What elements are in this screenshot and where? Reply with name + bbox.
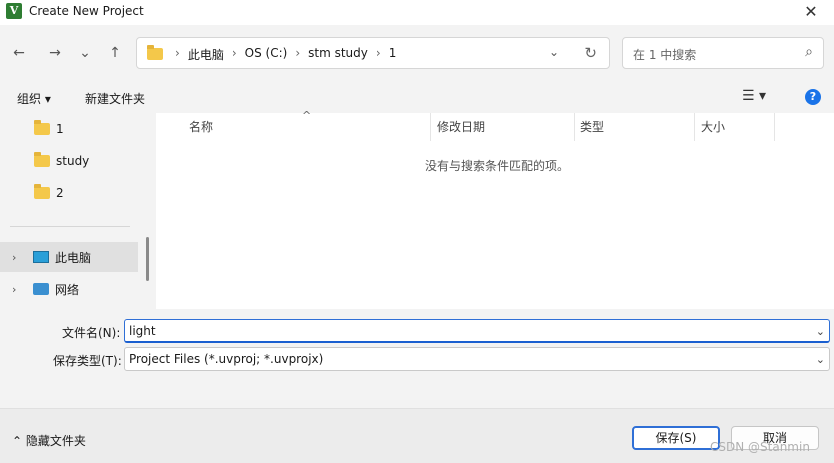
hide-folders-button[interactable]: ⌃ 隐藏文件夹 [12, 432, 86, 449]
watermark: CSDN @Stanmin [710, 440, 810, 454]
sort-ascending-icon: ^ [302, 109, 312, 122]
chevron-right-icon[interactable]: › [12, 283, 16, 296]
folder-icon [34, 120, 50, 135]
breadcrumb: › 此电脑 › OS (C:) › stm study › 1 [171, 46, 400, 63]
column-divider[interactable] [774, 113, 775, 141]
search-placeholder: 在 1 中搜索 [633, 48, 697, 62]
computer-icon [33, 251, 49, 263]
save-button[interactable]: 保存(S) [632, 426, 720, 450]
folder-icon [34, 152, 50, 167]
network-icon [33, 283, 49, 295]
breadcrumb-separator: › [175, 46, 180, 60]
column-divider[interactable] [430, 113, 431, 141]
filename-field[interactable]: light ⌄ [124, 319, 830, 343]
chevron-down-icon[interactable]: ⌄ [816, 349, 825, 371]
divider [10, 226, 130, 227]
address-bar[interactable]: › 此电脑 › OS (C:) › stm study › 1 ⌄ ↻ [136, 37, 610, 69]
breadcrumb-item[interactable]: OS (C:) [241, 46, 292, 63]
column-divider[interactable] [574, 113, 575, 141]
navigation-bar: ← → ⌄ ↑ › 此电脑 › OS (C:) › stm study › 1 … [0, 25, 834, 81]
column-header-size[interactable]: 大小 [701, 113, 771, 141]
command-bar: 组织 ▾ 新建文件夹 ☰ ▾ ? [0, 81, 834, 113]
sidebar-item-study[interactable]: study [0, 146, 138, 176]
title-bar: V Create New Project ✕ [0, 0, 834, 25]
recent-locations-button[interactable]: ⌄ [74, 42, 96, 64]
chevron-right-icon[interactable]: › [12, 251, 16, 264]
chevron-down-icon[interactable]: ⌄ [816, 321, 825, 343]
chevron-down-icon[interactable]: ⌄ [549, 45, 559, 59]
filename-value[interactable]: light [129, 324, 156, 338]
breadcrumb-item[interactable]: 1 [385, 46, 401, 63]
sidebar-item-label: 2 [56, 186, 64, 200]
filetype-value[interactable]: Project Files (*.uvproj; *.uvprojx) [129, 352, 323, 366]
column-header-type[interactable]: 类型 [580, 113, 690, 141]
breadcrumb-separator[interactable]: › [372, 46, 385, 63]
sidebar-item-this-pc[interactable]: › 此电脑 [0, 242, 138, 272]
app-icon: V [6, 3, 22, 19]
search-input[interactable]: 在 1 中搜索 ⌕ [622, 37, 824, 69]
window-title: Create New Project [29, 4, 144, 18]
search-icon[interactable]: ⌕ [805, 44, 813, 60]
close-button[interactable]: ✕ [788, 0, 834, 25]
back-button[interactable]: ← [8, 42, 30, 64]
navigation-pane: 1 study 2 › 此电脑 › 网络 [0, 113, 154, 309]
forward-button[interactable]: → [44, 42, 66, 64]
sidebar-item-label: 此电脑 [55, 250, 92, 265]
breadcrumb-separator[interactable]: › [228, 46, 241, 63]
dialog-footer: ⌃ 隐藏文件夹 保存(S) 取消 [0, 408, 834, 463]
sidebar-item-label: 网络 [55, 282, 80, 297]
refresh-icon[interactable]: ↻ [584, 44, 597, 62]
breadcrumb-item[interactable]: stm study [304, 46, 372, 63]
save-fields: 文件名(N): light ⌄ 保存类型(T): Project Files (… [0, 309, 834, 408]
column-header-modified[interactable]: 修改日期 [437, 113, 567, 141]
sidebar-item-network[interactable]: › 网络 [0, 274, 138, 304]
filename-label: 文件名(N): [62, 326, 121, 340]
new-folder-button[interactable]: 新建文件夹 [85, 90, 145, 107]
sidebar-item-folder-2[interactable]: 2 [0, 178, 138, 208]
folder-icon [147, 45, 163, 60]
sidebar-item-folder-1[interactable]: 1 [0, 114, 138, 144]
column-divider[interactable] [694, 113, 695, 141]
empty-message: 没有与搜索条件匹配的项。 [425, 159, 570, 173]
filetype-select[interactable]: Project Files (*.uvproj; *.uvprojx) ⌄ [124, 347, 830, 371]
up-button[interactable]: ↑ [104, 42, 126, 64]
folder-icon [34, 184, 50, 199]
breadcrumb-item[interactable]: 此电脑 [184, 46, 228, 63]
sidebar-item-label: study [56, 154, 90, 168]
help-icon[interactable]: ? [805, 89, 821, 105]
scrollbar-thumb[interactable] [146, 237, 149, 281]
filetype-label: 保存类型(T): [53, 354, 122, 368]
file-list: 名称 ^ 修改日期 类型 大小 没有与搜索条件匹配的项。 [156, 109, 834, 309]
sidebar-item-label: 1 [56, 122, 64, 136]
breadcrumb-separator[interactable]: › [291, 46, 304, 63]
organize-menu[interactable]: 组织 ▾ [17, 90, 51, 107]
view-options-icon[interactable]: ☰ ▾ [742, 88, 766, 104]
